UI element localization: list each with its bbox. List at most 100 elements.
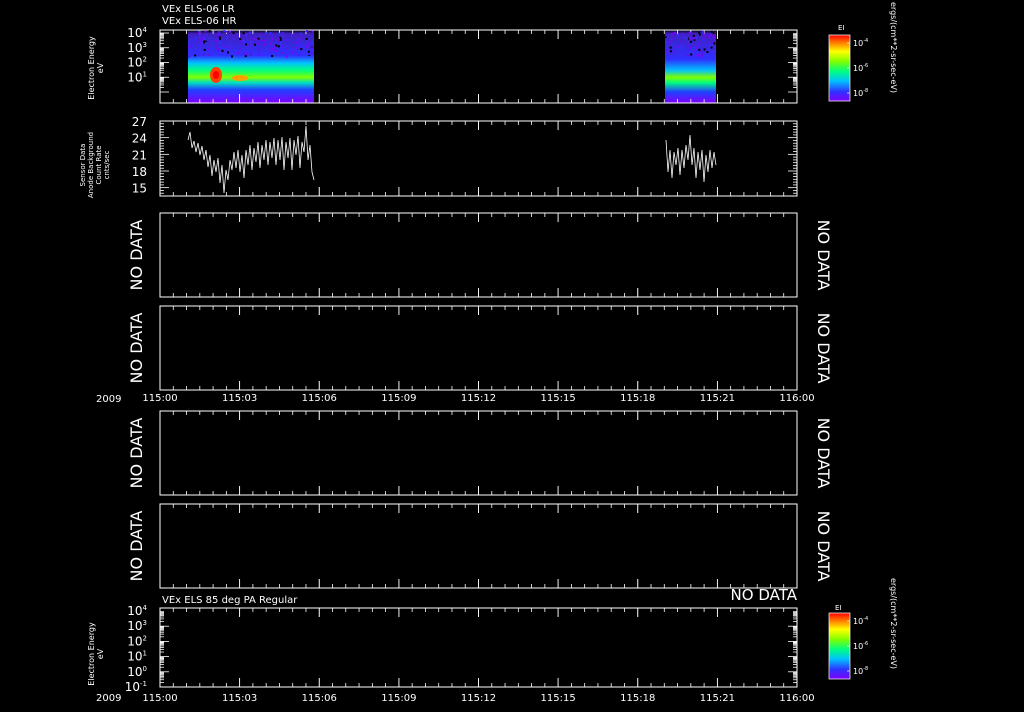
spectrogram-speckle [225,30,228,33]
spectrogram-speckle [298,54,300,57]
no-data-label-right-4: NO DATA [814,313,833,384]
spectrogram-speckle [690,40,692,43]
spectrogram-speckle [682,40,685,43]
spectrogram-speckle [698,33,701,36]
spectrogram-speckle [295,47,298,49]
no-data-label-left-3: NO DATA [127,220,146,291]
spectrogram-speckle [245,36,248,39]
spectrogram-speckle [682,43,685,46]
spectrogram-speckle [269,52,272,55]
spectrogram-speckle [237,51,240,54]
spectrogram-speckle [295,41,298,44]
spectrogram-speckle [271,55,274,57]
spectrogram-speckle [702,42,705,45]
spectrogram-speckle [676,36,679,39]
time-tick-label: 115:06 [302,693,337,704]
y-tick-label-p7: 102 [127,634,147,648]
spectrogram-speckle [703,37,706,40]
spectrogram-speckle [698,48,701,51]
spectrogram-speckle [688,54,690,57]
spectrogram-speckle [702,50,705,53]
spectrogram-speckle [671,33,674,36]
spectrogram-speckle [280,43,283,46]
spectrogram-speckle [689,46,692,49]
time-tick-label: 115:12 [461,393,496,404]
spectrogram-speckle [255,38,258,41]
spectrogram-speckle [257,48,260,51]
spectrogram-speckle [688,37,691,40]
y-tick-label-p1: 103 [127,41,147,55]
spectrogram-speckle [305,45,308,48]
spectrogram-speckle [195,36,197,39]
colorbar-tick-label-bottom: 10-6 [853,641,868,651]
panel2-ylabel: Sensor DataAnode BackgroundCount Ratecnt… [79,132,111,198]
spectrogram-speckle [679,48,682,51]
spectrogram-speckle [300,48,303,50]
spectrogram-speckle [211,40,214,43]
colorbar-tick-label-bottom: 10-8 [853,666,868,676]
time-tick-label: 115:06 [302,393,337,404]
spectrogram-speckle [249,41,252,44]
spectrogram-speckle [291,51,293,54]
spectrogram-speckle [299,36,302,39]
spectrogram-speckle [684,51,687,54]
spectrogram-speckle [269,33,271,36]
spectrogram-speckle [310,47,313,50]
spectrogram-speckle [206,39,209,42]
panel1-ylabel: Electron EnergyeV [87,36,105,100]
spectrogram-speckle [239,53,242,56]
spectrogram-speckle [666,35,669,38]
spectrogram-speckle [221,49,224,52]
spectrogram-speckle [300,43,303,46]
spectrogram-speckle [704,33,707,36]
spectrogram-speckle [226,46,229,48]
spectrogram-speckle [215,40,218,43]
panel3-frame [159,212,798,298]
no-data-label-right-3: NO DATA [814,220,833,291]
spectrogram-speckle [298,39,301,41]
spectrogram-speckle [219,46,222,48]
spectrogram-speckle [227,51,229,54]
spectrogram-speckle [712,32,715,35]
spectrogram-speckle [249,53,252,56]
no-data-label-left-4: NO DATA [127,313,146,384]
spectrogram-speckle [280,41,282,44]
spectrogram-speckle [665,50,668,53]
spectrogram-speckle [671,37,674,40]
spectrogram-speckle [688,31,691,34]
time-tick-label: 115:15 [541,393,576,404]
spectrogram-speckle [242,32,245,34]
spectrogram-speckle [282,45,285,48]
spectrogram-speckle [706,51,709,53]
spectrogram-speckle [257,37,260,40]
spectrogram-speckle [218,31,221,34]
spectrogram-speckle [270,48,273,51]
spectrogram-speckle [285,55,288,58]
spectrogram-speckle [253,38,256,41]
spectrogram-speckle [222,39,225,42]
y-tick-label-p2: 24 [132,132,147,146]
spectrogram-speckle [670,52,672,55]
count-rate-trace-1 [187,125,315,194]
spectrogram-speckle [285,53,288,56]
spectrogram-speckle [229,30,231,33]
panel-no-data-3 [159,410,798,496]
spectrogram-speckle [248,44,251,47]
title-hr: VEx ELS-06 HR [162,16,237,27]
y-tick-label-p7: 100 [127,665,147,679]
spectrogram-speckle [207,48,210,51]
spectrogram-speckle [299,32,302,35]
spectrogram-speckle [239,40,242,42]
panel7-frame [159,607,798,688]
panel4-frame [159,305,798,391]
plot-canvas: VEx ELS-06 LR VEx ELS-06 HR VEx ELS 85 d… [79,2,898,704]
spectrogram-speckle [271,37,274,40]
time-tick-label: 116:00 [779,693,814,704]
spectrogram-speckle [199,42,202,45]
y-tick-label-p2: 15 [132,182,147,196]
spectrogram-speckle [191,38,193,41]
spectrogram-speckle [265,32,268,35]
colorbar-bottom-unit: ergs/(cm**2-sr-sec-eV) [889,578,898,669]
time-tick-label: 115:12 [461,693,496,704]
spectrogram-speckle [665,40,668,43]
